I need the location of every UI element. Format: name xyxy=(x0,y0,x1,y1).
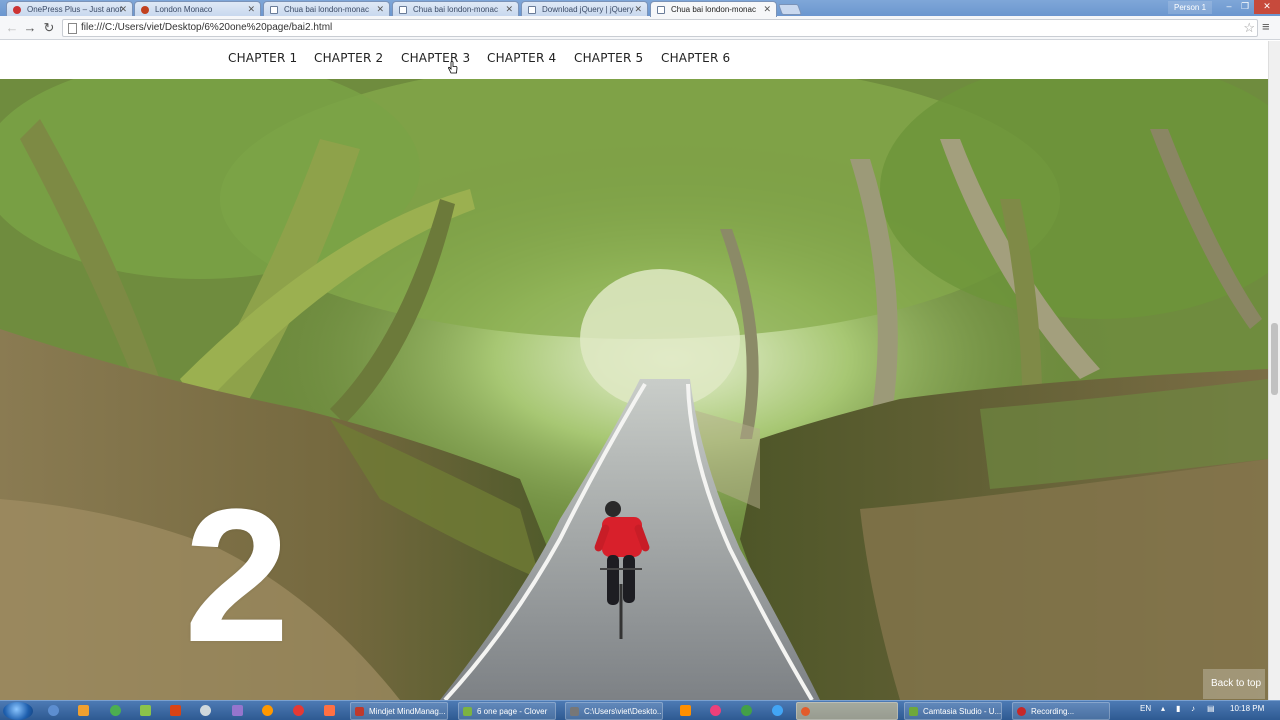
office-icon[interactable] xyxy=(170,705,181,716)
address-bar[interactable]: file:///C:/Users/viet/Desktop/6%20one%20… xyxy=(62,19,1258,37)
clover-icon xyxy=(463,707,472,716)
browser-tab-active[interactable]: Chua bai london-monac ✕ xyxy=(650,1,777,17)
close-icon[interactable]: ✕ xyxy=(634,4,642,15)
explorer-icon xyxy=(570,707,579,716)
taskbar-task[interactable]: Camtasia Studio - U... xyxy=(904,702,1002,720)
browser-tab[interactable]: London Monaco ✕ xyxy=(134,1,261,16)
tab-title: Chua bai london-monac xyxy=(413,5,498,14)
restore-icon[interactable]: ❐ xyxy=(1236,0,1254,14)
language-indicator[interactable]: EN xyxy=(1140,704,1151,713)
browser-tab[interactable]: OnePress Plus – Just anot ✕ xyxy=(6,1,133,16)
tab-title: Chua bai london-monac xyxy=(284,5,369,14)
battery-icon[interactable]: ▮ xyxy=(1176,704,1180,713)
url-text: file:///C:/Users/viet/Desktop/6%20one%20… xyxy=(81,22,333,33)
browser-tab[interactable]: Download jQuery | jQuery ✕ xyxy=(521,1,648,16)
page-icon xyxy=(528,6,536,14)
firefox-icon[interactable] xyxy=(262,705,273,716)
nav-chapter-2[interactable]: CHAPTER 2 xyxy=(314,51,383,65)
record-icon xyxy=(1017,707,1026,716)
task-label: Camtasia Studio - U... xyxy=(923,707,1002,716)
tab-title: London Monaco xyxy=(155,5,213,14)
london-monaco-icon xyxy=(141,6,149,14)
onepress-icon xyxy=(13,6,21,14)
tab-title: Download jQuery | jQuery xyxy=(542,5,634,14)
pen-icon[interactable] xyxy=(680,705,691,716)
page-icon xyxy=(270,6,278,14)
clock-app-icon[interactable] xyxy=(200,705,211,716)
close-window-icon[interactable]: ✕ xyxy=(1254,0,1280,14)
notepad-icon[interactable] xyxy=(140,705,151,716)
profile-button[interactable]: Person 1 xyxy=(1168,1,1213,14)
task-label: Recording... xyxy=(1031,707,1075,716)
media-player-icon[interactable] xyxy=(78,705,89,716)
vlc-icon[interactable] xyxy=(324,705,335,716)
chrome-icon[interactable] xyxy=(741,705,752,716)
browser-icon[interactable] xyxy=(110,705,121,716)
reload-icon[interactable]: ↻ xyxy=(40,19,58,37)
close-icon[interactable]: ✕ xyxy=(376,4,384,15)
taskbar-task[interactable]: C:\Users\viet\Deskto... xyxy=(565,702,663,720)
close-icon[interactable]: ✕ xyxy=(763,4,771,15)
nav-chapter-5[interactable]: CHAPTER 5 xyxy=(574,51,643,65)
tab-title: Chua bai london-monac xyxy=(671,5,756,14)
browser-tab-strip: OnePress Plus – Just anot ✕ London Monac… xyxy=(0,0,1280,17)
mail-icon[interactable] xyxy=(232,705,243,716)
forward-icon[interactable]: → xyxy=(21,19,39,37)
task-label: 6 one page - Clover xyxy=(477,707,548,716)
camtasia-icon xyxy=(909,707,918,716)
page-scrollbar[interactable] xyxy=(1268,41,1280,700)
nav-chapter-1[interactable]: CHAPTER 1 xyxy=(228,51,297,65)
tab-title: OnePress Plus – Just anot xyxy=(27,5,122,14)
scrollbar-thumb[interactable] xyxy=(1271,323,1278,395)
task-label: C:\Users\viet\Deskto... xyxy=(584,707,663,716)
back-to-top-button[interactable]: Back to top xyxy=(1203,669,1265,699)
nav-chapter-3[interactable]: CHAPTER 3 xyxy=(401,51,470,65)
back-icon[interactable]: ← xyxy=(3,19,21,37)
taskbar-task[interactable]: Mindjet MindManag... xyxy=(350,702,448,720)
start-button[interactable] xyxy=(3,702,33,720)
task-label: Mindjet MindManag... xyxy=(369,707,446,716)
nav-chapter-6[interactable]: CHAPTER 6 xyxy=(661,51,730,65)
close-icon[interactable]: ✕ xyxy=(119,4,127,15)
chapter-nav: CHAPTER 1 CHAPTER 2 CHAPTER 3 CHAPTER 4 … xyxy=(0,41,1268,79)
close-icon[interactable]: ✕ xyxy=(505,4,513,15)
browser-tab[interactable]: Chua bai london-monac ✕ xyxy=(392,1,519,16)
mindmanager-icon xyxy=(355,707,364,716)
page-icon xyxy=(68,23,77,34)
volume-icon[interactable]: ♪ xyxy=(1191,704,1195,713)
new-tab-button[interactable] xyxy=(777,4,803,15)
page-icon xyxy=(657,6,665,14)
windows-taskbar: Mindjet MindManag... 6 one page - Clover… xyxy=(0,700,1280,720)
hero-image: 2 Back to top xyxy=(0,79,1268,700)
nav-chapter-4[interactable]: CHAPTER 4 xyxy=(487,51,556,65)
taskbar-task[interactable]: 6 one page - Clover xyxy=(458,702,556,720)
hand-cursor-icon xyxy=(448,61,458,74)
browser-tab[interactable]: Chua bai london-monac ✕ xyxy=(263,1,390,16)
clock[interactable]: 10:18 PM xyxy=(1230,704,1264,713)
close-icon[interactable]: ✕ xyxy=(247,4,255,15)
network-icon[interactable]: ▤ xyxy=(1207,704,1215,713)
chrome-icon xyxy=(801,707,810,716)
taskbar-task-active[interactable] xyxy=(796,702,898,720)
opera-icon[interactable] xyxy=(293,705,304,716)
tray-arrow-icon[interactable]: ▴ xyxy=(1161,704,1165,713)
app-icon[interactable] xyxy=(772,705,783,716)
web-page: CHAPTER 1 CHAPTER 2 CHAPTER 3 CHAPTER 4 … xyxy=(0,41,1280,700)
app-icon[interactable] xyxy=(710,705,721,716)
taskbar-task[interactable]: Recording... xyxy=(1012,702,1110,720)
section-number: 2 xyxy=(184,470,290,682)
browser-toolbar: ← → ↻ file:///C:/Users/viet/Desktop/6%20… xyxy=(0,16,1280,40)
star-icon[interactable]: ☆ xyxy=(1243,20,1255,36)
page-icon xyxy=(399,6,407,14)
show-desktop-icon[interactable] xyxy=(48,705,59,716)
menu-icon[interactable]: ≡ xyxy=(1262,19,1270,34)
